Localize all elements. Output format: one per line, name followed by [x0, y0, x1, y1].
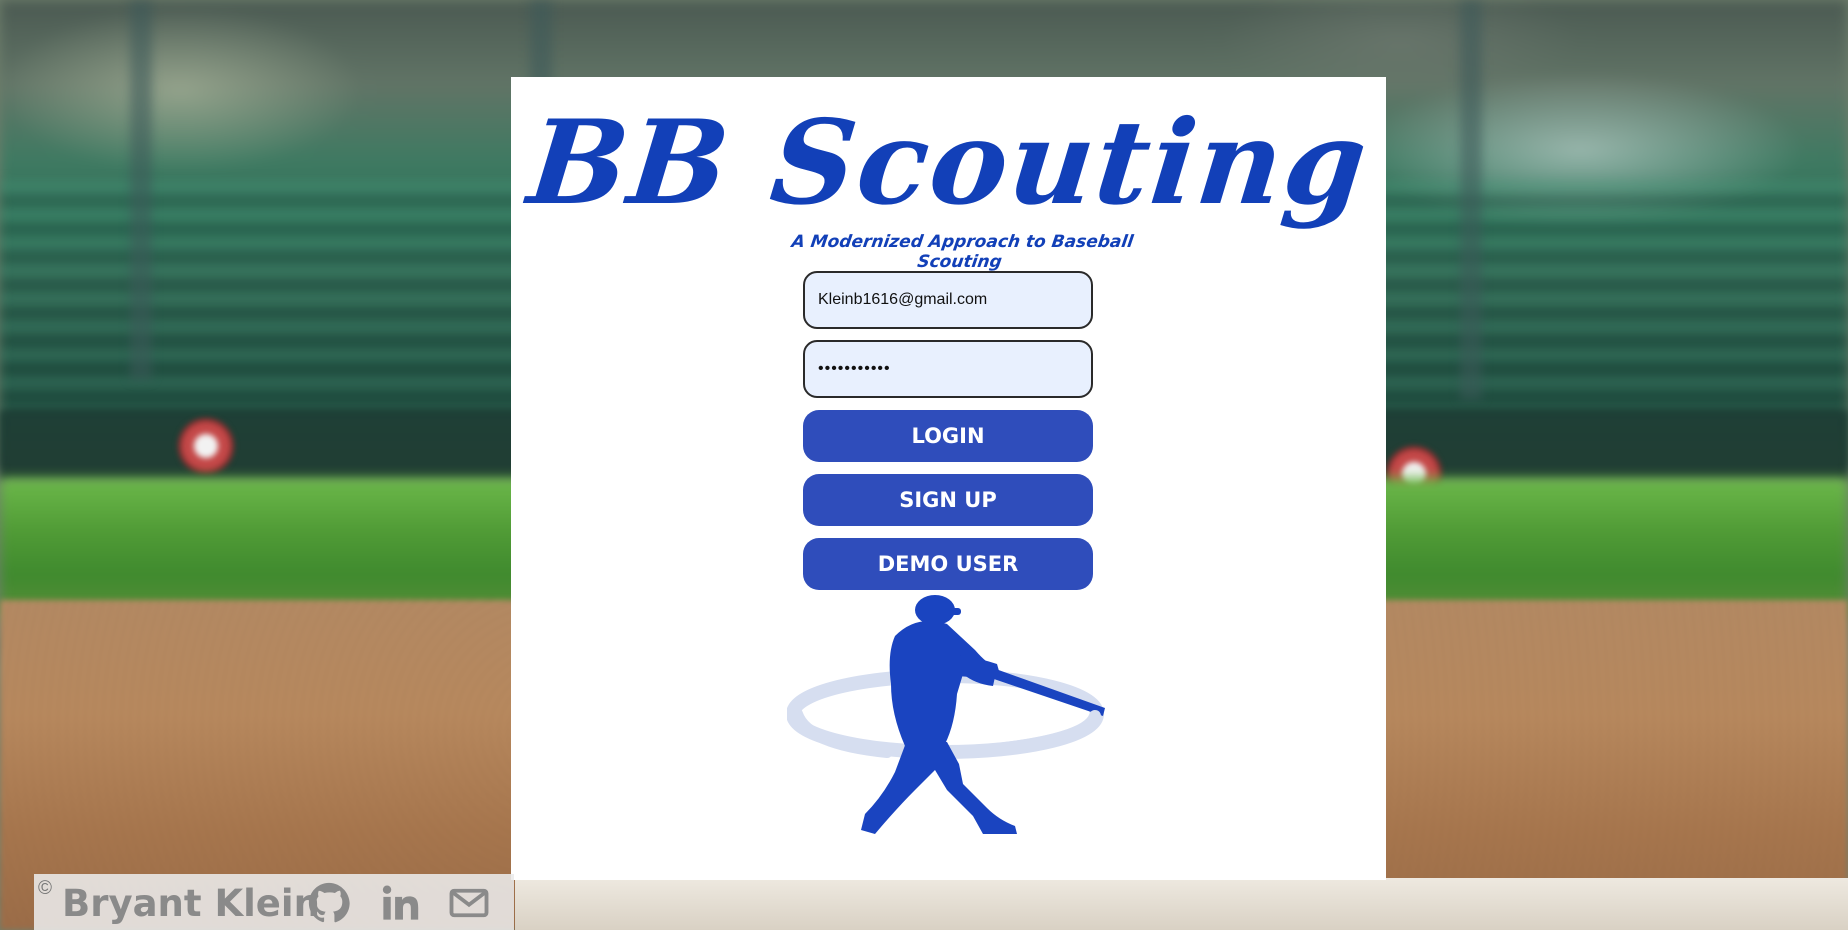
batter-logo-icon	[787, 595, 1105, 834]
bg-pole	[130, 0, 152, 380]
footer-bar: © Bryant Klein	[34, 874, 514, 930]
app-subtitle: A Modernized Approach to Baseball Scouti…	[790, 232, 1135, 272]
copyright-symbol: ©	[38, 878, 52, 899]
github-icon[interactable]	[308, 882, 350, 924]
mail-icon[interactable]	[448, 882, 490, 924]
login-button[interactable]: LOGIN	[803, 410, 1093, 462]
linkedin-icon[interactable]	[379, 882, 421, 924]
bg-wall-sign	[178, 418, 234, 474]
signup-button[interactable]: SIGN UP	[803, 474, 1093, 526]
demo-user-button[interactable]: DEMO USER	[803, 538, 1093, 590]
email-input[interactable]	[803, 271, 1093, 329]
login-card: BB Scouting A Modernized Approach to Bas…	[511, 77, 1386, 880]
app-title: BB Scouting	[522, 95, 1375, 231]
bg-base	[515, 878, 1848, 930]
author-name: Bryant Klein	[62, 882, 320, 925]
password-input[interactable]	[803, 340, 1093, 398]
bg-pole	[1460, 0, 1482, 400]
